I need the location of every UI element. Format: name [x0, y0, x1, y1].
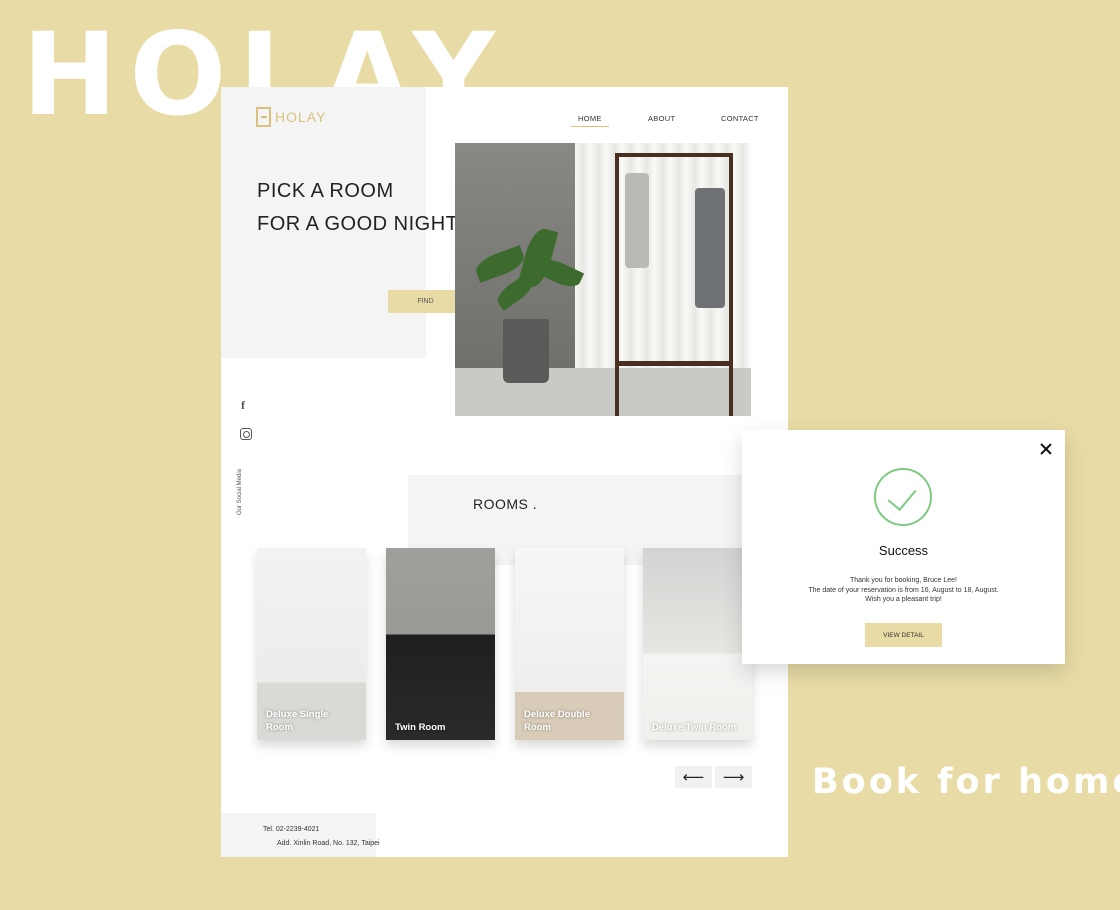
find-button[interactable]: FIND	[388, 290, 463, 313]
success-modal: Success Thank you for booking, Bruce Lee…	[742, 430, 1065, 664]
room-card-label: Deluxe Single Room	[266, 709, 329, 733]
website-mockup: HOLAY HOME ABOUT CONTACT PICK A ROOM FOR…	[221, 87, 788, 857]
logo-icon	[256, 107, 271, 127]
room-card-label: Deluxe Double Room	[524, 709, 590, 733]
modal-title: Success	[878, 543, 929, 558]
room-card-deluxe-double[interactable]: Deluxe Double Room	[515, 548, 624, 740]
footer-telephone: Tel. 02-2239-4021	[263, 826, 320, 833]
checkmark-icon	[874, 468, 932, 526]
footer-panel	[221, 813, 376, 857]
view-detail-button[interactable]: VIEW DETAIL	[865, 623, 942, 647]
room-card-label: Deluxe Twin Room	[652, 722, 737, 733]
instagram-icon[interactable]	[240, 428, 252, 440]
close-icon[interactable]	[1039, 442, 1053, 456]
room-card-deluxe-single[interactable]: Deluxe Single Room	[257, 548, 366, 740]
room-card-twin[interactable]: Twin Room	[386, 548, 495, 740]
modal-message-line3: Wish you a pleasant trip!	[865, 596, 942, 603]
hero-image	[455, 143, 751, 416]
prev-arrow-button[interactable]: ⟵	[675, 766, 712, 788]
social-media-label: Our Social Media	[237, 468, 244, 516]
room-card-deluxe-twin[interactable]: Deluxe Twin Room	[643, 548, 752, 740]
next-arrow-button[interactable]: ⟶	[715, 766, 752, 788]
nav-about[interactable]: ABOUT	[648, 114, 675, 123]
hero-headline-line1: PICK A ROOM	[257, 180, 394, 202]
footer-address: Add. Xinlin Road, No. 132, Taipei	[277, 840, 380, 847]
nav-contact[interactable]: CONTACT	[721, 114, 759, 123]
room-card-label: Twin Room	[395, 722, 446, 733]
modal-message-line2: The date of your reservation is from 16,…	[808, 586, 999, 594]
background-tagline: Book for home.	[812, 762, 1120, 802]
modal-message-line1: Thank you for booking, Bruce Lee!	[849, 577, 957, 584]
nav-home[interactable]: HOME	[571, 114, 609, 127]
rooms-title: ROOMS .	[473, 496, 538, 512]
facebook-icon[interactable]: f	[241, 399, 245, 411]
site-logo[interactable]: HOLAY	[256, 107, 326, 127]
logo-text: HOLAY	[275, 109, 327, 125]
hero-headline-line2: FOR A GOOD NIGHT.	[257, 213, 463, 235]
